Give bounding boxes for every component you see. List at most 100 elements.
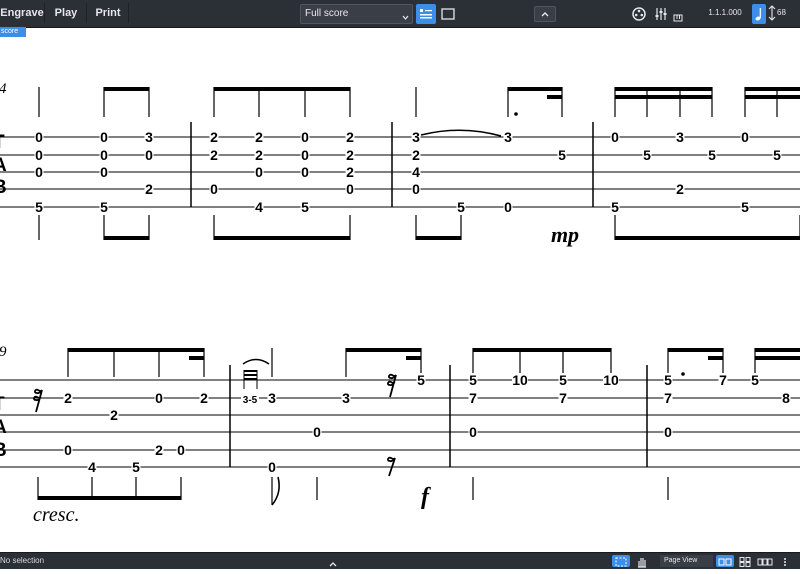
fret-number: 0 [177,442,185,458]
cresc-marking: cresc. [33,504,79,526]
hand-icon [638,558,646,568]
single-pages-button[interactable] [756,555,774,567]
fret-number: 0 [313,424,321,440]
fret-number: 5 [417,372,425,388]
fret-number: 3-5 [243,395,258,406]
fret-number: 0 [611,129,619,145]
status-bar: No selection Page View [0,552,800,569]
augmentation-dot [514,112,518,116]
fret-number: 4 [412,164,420,180]
fret-number: 0 [301,129,309,145]
selection-status: No selection [0,556,45,565]
fret-number: 2 [346,164,354,180]
slur [420,129,502,137]
more-options-button[interactable] [776,555,794,567]
fret-number: 3 [268,390,276,406]
selection-tool-button[interactable] [612,555,630,567]
fret-number: 2 [145,181,153,197]
galley-view-icon [420,9,432,19]
film-reel-icon [632,7,646,21]
fret-number: 10 [512,372,528,388]
hide-panels-button[interactable] [534,6,556,22]
fret-number: 2 [346,129,354,145]
fret-number: 2 [255,147,263,163]
fret-number: 0 [268,459,276,475]
fret-number: 0 [35,147,43,163]
fret-number: 0 [145,147,153,163]
fret-number: 7 [664,390,672,406]
tab-clef: TAB [0,394,7,461]
fret-number: 7 [469,390,477,406]
fret-number: 3 [676,129,684,145]
layout-tab-score[interactable]: score [0,27,26,37]
mode-tab-print[interactable]: Print [88,3,129,23]
keyboard-panel-button[interactable] [671,4,685,24]
keyboard-icon [673,14,683,22]
page-view-button[interactable] [438,4,458,24]
fret-number: 5 [35,199,43,215]
fret-number: 5 [301,199,309,215]
beams [104,87,800,240]
mixer-button[interactable] [651,4,671,24]
fret-number: 0 [664,424,672,440]
fret-number: 2 [155,442,163,458]
fret-number: 5 [559,372,567,388]
fret-number: 5 [773,147,781,163]
fret-number: 10 [603,372,619,388]
spread-horizontal-button[interactable] [716,555,734,567]
view-type-value: Page View [664,557,698,564]
more-vertical-icon [784,558,786,566]
fret-number: 3 [342,390,350,406]
fret-number: 0 [210,181,218,197]
tempo-mode-button[interactable] [752,4,766,24]
fret-number: 3 [145,129,153,145]
pages-row-icon [757,558,773,566]
fret-number: 5 [457,199,465,215]
fret-number: 0 [346,181,354,197]
fret-number: 0 [35,129,43,145]
video-button[interactable] [629,4,649,24]
tempo-value: 68 [777,8,786,17]
fret-number: 0 [64,442,72,458]
mode-tab-play[interactable]: Play [46,3,87,23]
beams [38,348,800,500]
layout-select[interactable]: Full score [300,4,413,24]
chevron-up-icon [541,12,549,17]
fret-number: 0 [469,424,477,440]
tab-staff-lines [0,379,800,468]
pages-horizontal-icon [718,558,732,566]
fret-number: 0 [504,199,512,215]
fret-number: 8 [782,390,790,406]
svg-text:B: B [0,177,7,198]
fret-number: 4 [88,459,96,475]
hand-tool-button[interactable] [633,555,651,568]
fret-number: 0 [301,147,309,163]
fret-number: 5 [132,459,140,475]
fret-number: 5 [643,147,651,163]
view-type-select[interactable]: Page View [660,555,713,567]
svg-text:A: A [0,417,7,438]
position-readout: 1.1.1.000 [708,8,742,17]
fret-number: 7 [559,390,567,406]
chevron-up-icon[interactable] [327,556,339,567]
spread-vertical-button[interactable] [736,555,754,567]
fret-number: 0 [412,181,420,197]
mode-tab-engrave[interactable]: Engrave [0,3,45,23]
fret-number: 4 [255,199,263,215]
marquee-icon [615,557,627,567]
quarter-note-icon [755,8,761,21]
fret-number: 3 [412,129,420,145]
fret-number: 0 [741,129,749,145]
galley-view-button[interactable] [416,4,436,24]
fret-number: 5 [611,199,619,215]
page-view-icon [441,8,455,20]
fret-number: 2 [676,181,684,197]
fret-number: 2 [200,390,208,406]
fret-number: 2 [255,129,263,145]
tab-fret-numbers: 2042502 02 3-5 30035 57010 5710 5707 58 [63,372,791,475]
fret-number: 2 [64,390,72,406]
fret-number: 0 [35,164,43,180]
flag [271,476,280,506]
fret-number: 3 [504,129,512,145]
fret-number: 0 [100,129,108,145]
